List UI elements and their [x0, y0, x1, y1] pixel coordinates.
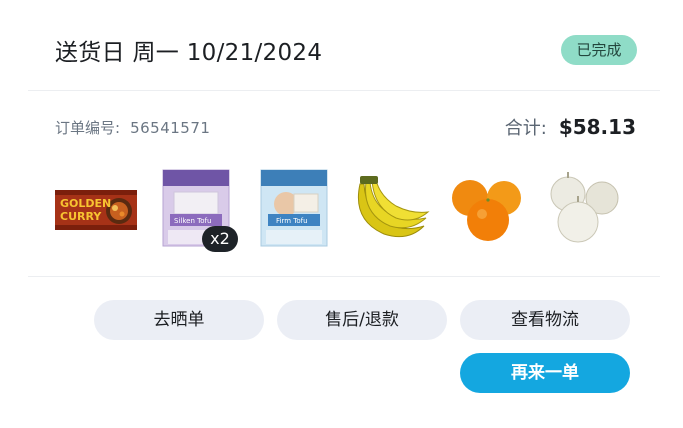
- curry-box-icon: GOLDEN CURRY: [55, 190, 137, 230]
- product-onions[interactable]: [544, 168, 626, 250]
- orange-icon: [452, 180, 521, 241]
- status-badge: 已完成: [561, 35, 637, 65]
- divider: [28, 90, 660, 91]
- divider: [28, 276, 660, 277]
- curry-label-line1: GOLDEN: [60, 197, 111, 210]
- total-value: $58.13: [558, 115, 636, 139]
- banana-icon: [357, 176, 430, 238]
- product-bananas[interactable]: [350, 168, 432, 250]
- delivery-date-title: 送货日 周一 10/21/2024: [55, 40, 323, 66]
- view-logistics-button[interactable]: 查看物流: [460, 300, 630, 340]
- reorder-button[interactable]: 再来一单: [460, 353, 630, 393]
- onion-icon: [550, 172, 619, 243]
- firm-tofu-label: Firm Tofu: [276, 217, 308, 225]
- total-label: 合计:: [504, 118, 547, 139]
- order-number-value: 56541571: [130, 119, 211, 137]
- after-sales-button[interactable]: 售后/退款: [277, 300, 447, 340]
- quantity-badge: x2: [202, 226, 238, 252]
- product-firm-tofu[interactable]: Firm Tofu: [258, 168, 340, 250]
- order-total: 合计: $58.13: [505, 114, 636, 140]
- order-number: 订单编号: 56541571: [55, 117, 210, 138]
- review-button[interactable]: 去晒单: [94, 300, 264, 340]
- order-number-label: 订单编号:: [55, 119, 121, 137]
- tofu-package-icon: Firm Tofu: [260, 169, 328, 247]
- curry-label-line2: CURRY: [60, 210, 102, 223]
- product-oranges[interactable]: [446, 168, 528, 250]
- order-card[interactable]: 送货日 周一 10/21/2024 已完成 订单编号: 56541571 合计: …: [0, 0, 683, 428]
- product-golden-curry[interactable]: GOLDEN CURRY: [55, 168, 137, 250]
- silken-tofu-label: Silken Tofu: [174, 217, 211, 225]
